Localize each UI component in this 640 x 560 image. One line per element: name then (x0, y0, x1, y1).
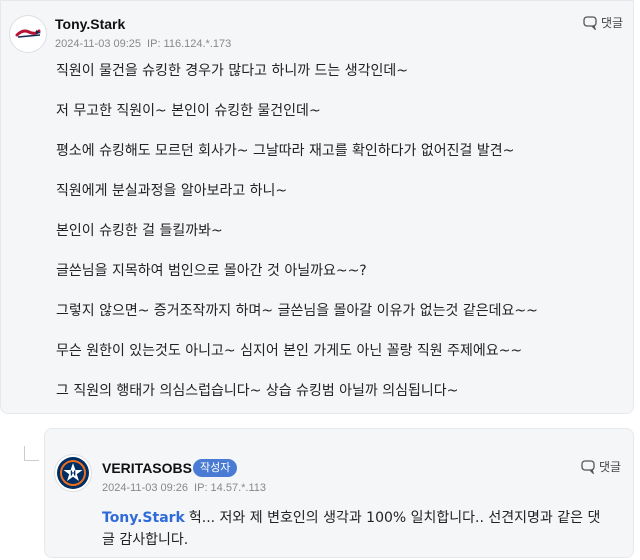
reply-meta: 2024-11-03 09:26 IP: 14.57.*.113 (102, 482, 266, 494)
reply-connector-line (24, 446, 39, 461)
comment-line: 평소에 슈킹해도 모르던 회사가~ 그날따라 재고를 확인하다가 없어진걸 발견… (56, 143, 515, 159)
comment-line: 무슨 원한이 있는것도 아니고~ 심지어 본인 가게도 아닌 꼴랑 직원 주제에… (56, 343, 523, 359)
comment-line: 직원이 물건을 슈킹한 경우가 많다고 하니까 드는 생각인데~ (56, 63, 409, 79)
reply-button-label: 댓글 (599, 460, 622, 474)
reply-reply-button[interactable]: 댓글 (581, 458, 621, 475)
reply-button-label: 댓글 (601, 16, 624, 30)
svg-text:H: H (70, 470, 76, 478)
comment-body: 직원이 물건을 슈킹한 경우가 많다고 하니까 드는 생각인데~ 저 무고한 직… (56, 61, 616, 421)
comment-line: 직원에게 분실과정을 알아보라고 하니~ (56, 183, 288, 199)
comment-date: 2024-11-03 09:25 (55, 38, 142, 50)
comment-line: 글쓴님을 지목하여 범인으로 몰아간 것 아닐까요~~? (56, 263, 367, 279)
writer-badge: 작성자 (193, 459, 238, 477)
reply-author[interactable]: VERITASOBS (102, 460, 192, 476)
comment-author[interactable]: Tony.Stark (55, 16, 125, 32)
astros-logo-icon: H (57, 457, 89, 489)
reply-text-line-2: 글 감사합니다. (102, 532, 189, 548)
speech-bubble-icon (583, 15, 597, 30)
reply-author-avatar[interactable]: H (54, 454, 92, 492)
author-avatar[interactable] (9, 15, 47, 53)
speech-bubble-icon (581, 459, 595, 474)
reply-thread: H VERITASOBS 작성자 2024-11-03 09:26 IP: 14.… (0, 414, 640, 560)
reply-card: H VERITASOBS 작성자 2024-11-03 09:26 IP: 14.… (44, 428, 634, 558)
comment-card: Tony.Stark 2024-11-03 09:25 IP: 116.124.*… (0, 0, 634, 414)
mention-link[interactable]: Tony.Stark (102, 510, 185, 526)
braves-logo-icon (11, 17, 45, 51)
reply-text-line-1: 헉... 저와 제 변호인의 생각과 100% 일치합니다.. 선견지명과 같은… (188, 510, 601, 526)
comment-line: 본인이 슈킹한 걸 들킬까봐~ (56, 223, 223, 239)
comment-ip: IP: 116.124.*.173 (147, 38, 232, 50)
reply-ip: IP: 14.57.*.113 (194, 482, 267, 494)
comment-line: 저 무고한 직원이~ 본인이 슈킹한 물건인데~ (56, 103, 321, 119)
reply-date: 2024-11-03 09:26 (102, 482, 189, 494)
comment-line: 그렇지 않으면~ 증거조작까지 하며~ 글쓴님을 몰아갈 이유가 없는것 같은데… (56, 303, 538, 319)
reply-button[interactable]: 댓글 (583, 14, 623, 31)
comment-line: 그 직원의 행태가 의심스럽습니다~ 상습 슈킹범 아닐까 의심됩니다~ (56, 383, 459, 399)
reply-line-1: Tony.Stark 헉... 저와 제 변호인의 생각과 100% 일치합니다.… (102, 507, 622, 529)
reply-body: Tony.Stark 헉... 저와 제 변호인의 생각과 100% 일치합니다.… (102, 507, 622, 551)
comment-meta: 2024-11-03 09:25 IP: 116.124.*.173 (55, 38, 231, 50)
